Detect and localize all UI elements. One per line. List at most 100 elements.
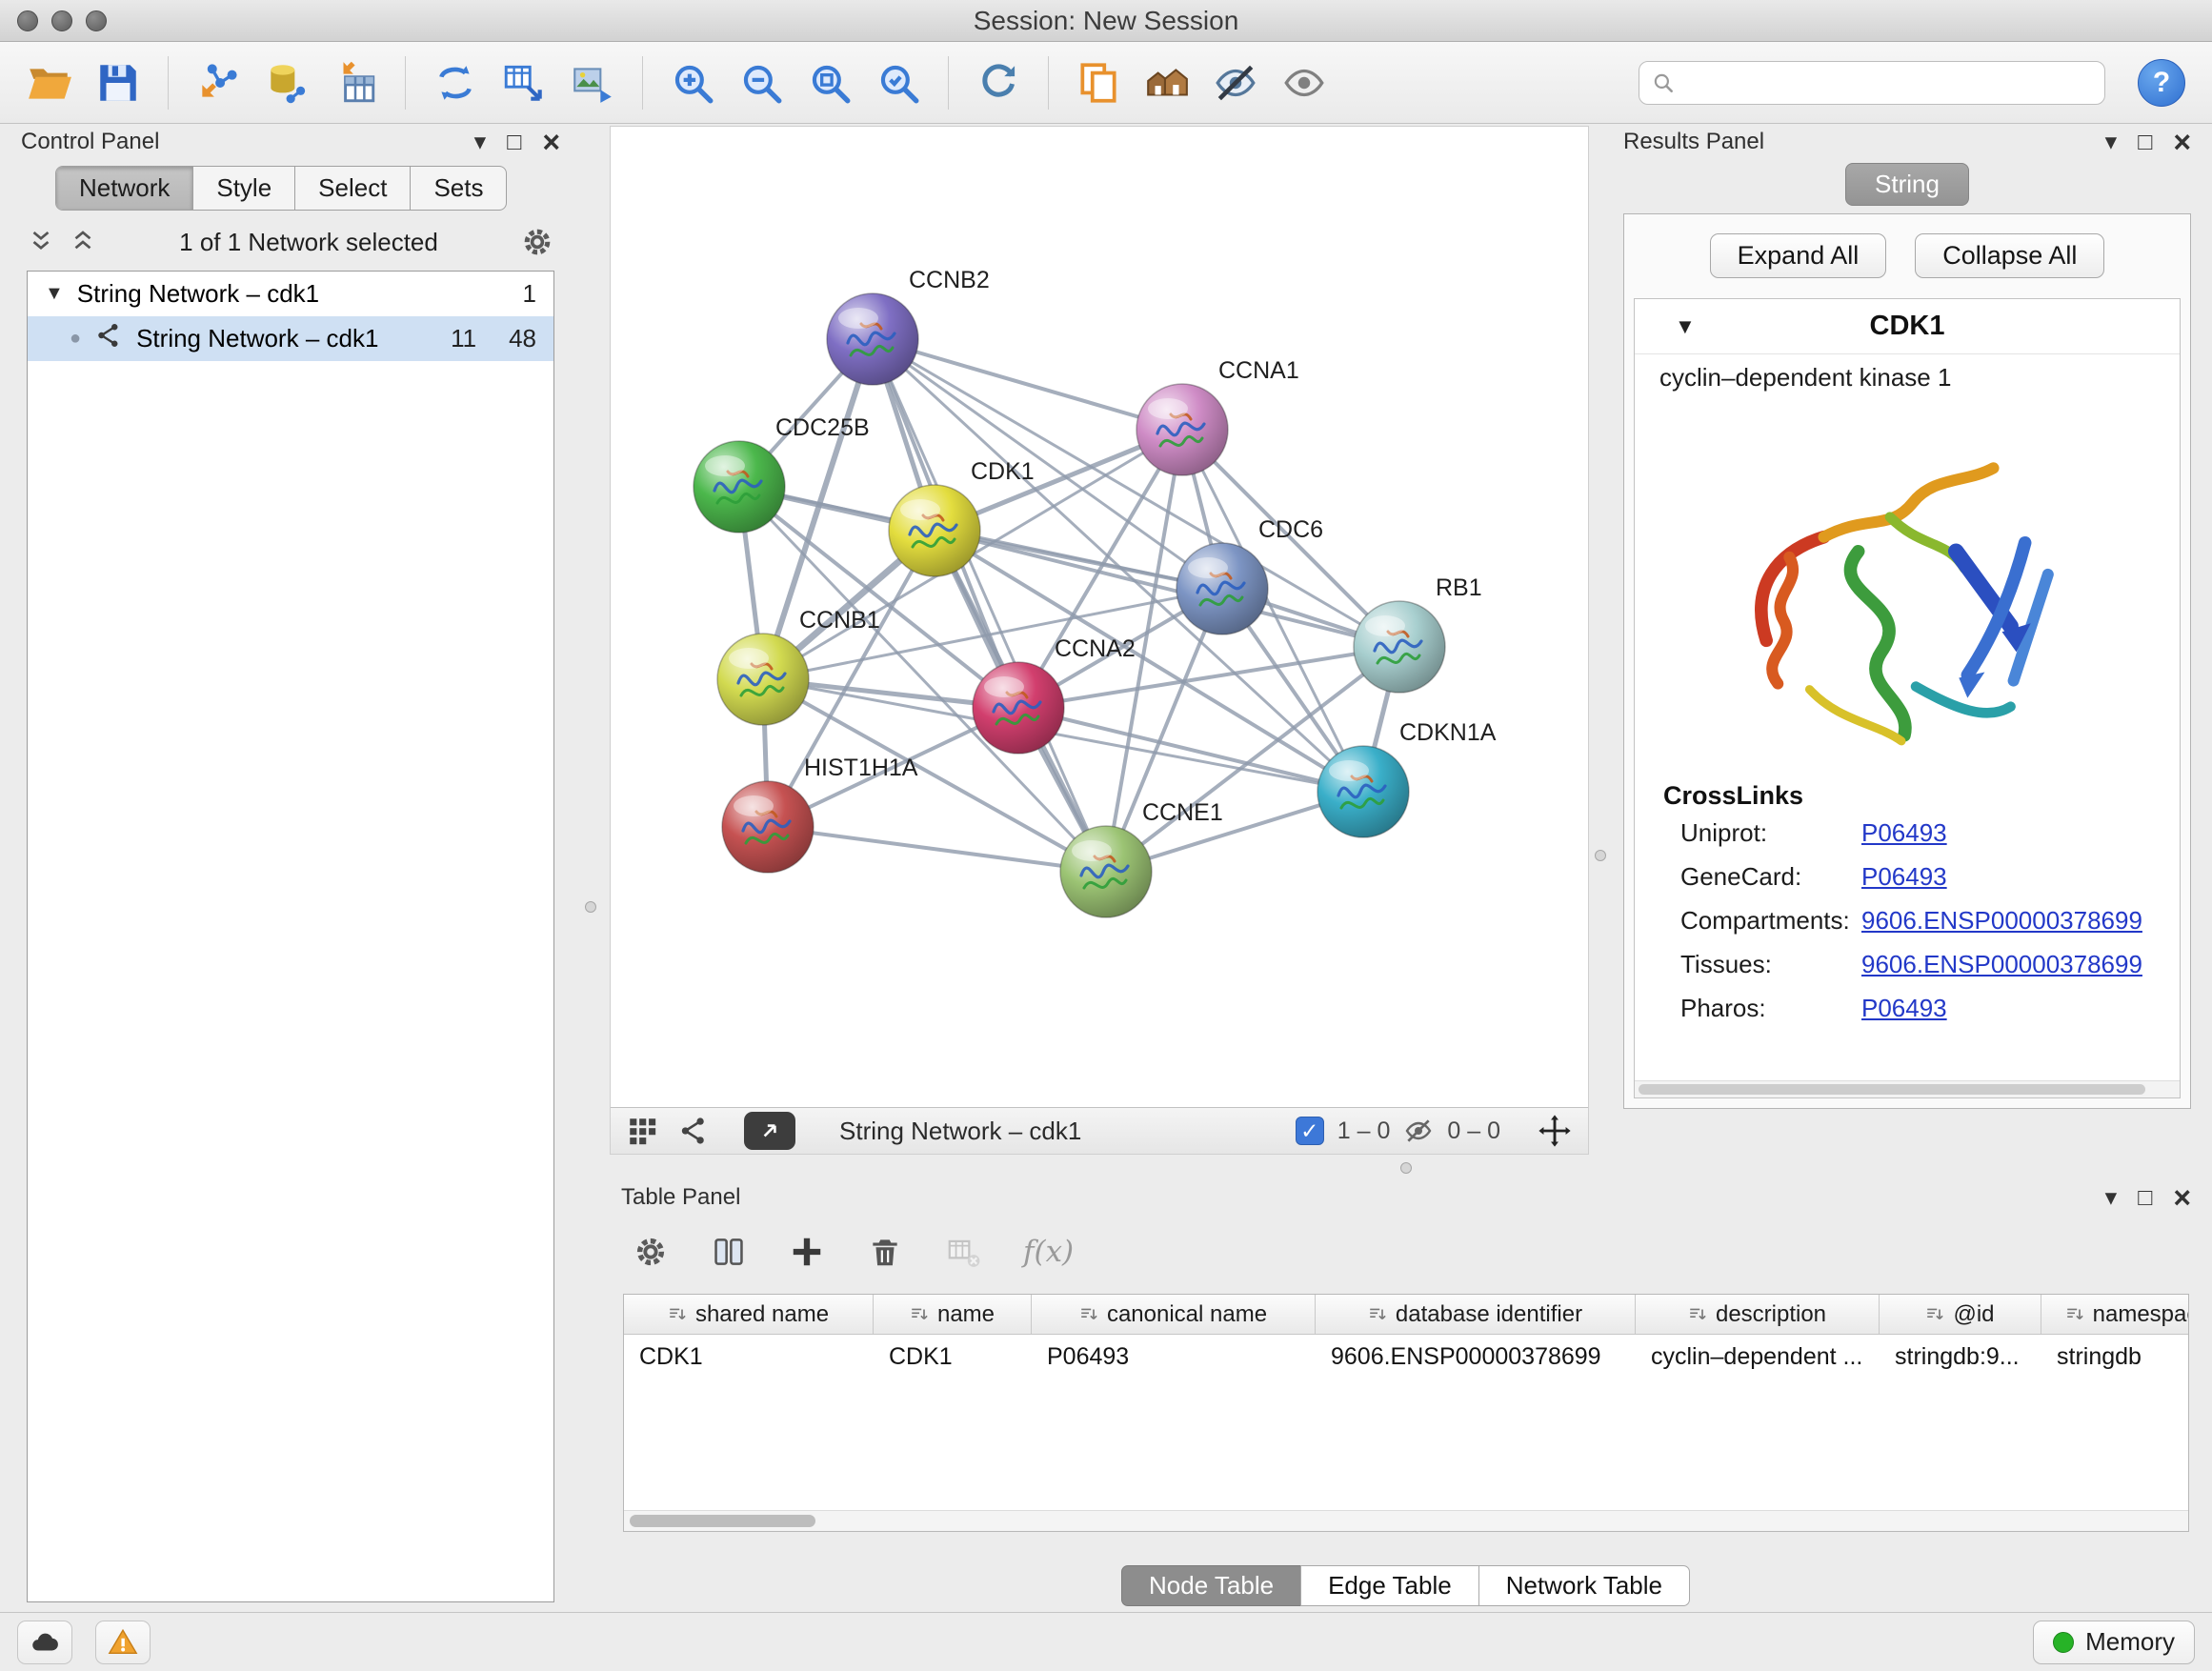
float-panel-button[interactable]: □ xyxy=(2138,131,2152,154)
create-column-button[interactable] xyxy=(789,1234,825,1270)
splitter-handle[interactable] xyxy=(1595,850,1606,861)
float-panel-button[interactable]: □ xyxy=(507,131,521,154)
cloud-status-button[interactable] xyxy=(17,1621,72,1664)
network-node-cdc25b[interactable]: CDC25B xyxy=(694,414,870,533)
refresh-button[interactable] xyxy=(968,52,1029,113)
column-header-shared-name[interactable]: shared name xyxy=(624,1295,874,1334)
delete-table-button[interactable] xyxy=(945,1234,981,1270)
column-header-description[interactable]: description xyxy=(1636,1295,1880,1334)
network-options-button[interactable] xyxy=(520,225,554,259)
collapse-panel-button[interactable]: ▾ xyxy=(2105,1186,2118,1210)
column-header-namespace[interactable]: namespac xyxy=(2041,1295,2189,1334)
results-panel: Results Panel ▾ □ × String Expand All Co… xyxy=(1612,126,2202,1172)
tab-string[interactable]: String xyxy=(1845,163,1969,206)
uniprot-link[interactable]: P06493 xyxy=(1861,818,1947,848)
network-row[interactable]: ● String Network – cdk1 11 48 xyxy=(28,316,553,361)
tab-network-table[interactable]: Network Table xyxy=(1478,1565,1690,1606)
show-columns-button[interactable] xyxy=(711,1234,747,1270)
network-canvas[interactable]: CCNB2CCNA1CDC25BCDK1CDC6RB1CCNB1CCNA2CDK… xyxy=(611,127,1588,1107)
network-node-cdk1[interactable]: CDK1 xyxy=(889,458,1035,576)
table-panel: Table Panel ▾ □ × f(x) xyxy=(610,1181,2202,1608)
tissues-link[interactable]: 9606.ENSP00000378699 xyxy=(1861,950,2142,979)
warnings-button[interactable] xyxy=(95,1621,151,1664)
export-image-button[interactable] xyxy=(562,52,623,113)
gene-expander-icon[interactable]: ▼ xyxy=(1675,314,1696,339)
open-in-new-window-button[interactable] xyxy=(744,1112,795,1150)
zoom-window-button[interactable] xyxy=(86,10,107,31)
network-node-ccnb1[interactable]: CCNB1 xyxy=(717,607,880,725)
column-header-canonical-name[interactable]: canonical name xyxy=(1032,1295,1316,1334)
open-session-button[interactable] xyxy=(19,52,80,113)
tab-sets[interactable]: Sets xyxy=(411,167,506,210)
float-panel-button[interactable]: □ xyxy=(2138,1186,2152,1210)
network-exchange-button[interactable] xyxy=(425,52,486,113)
compartments-link[interactable]: 9606.ENSP00000378699 xyxy=(1861,906,2142,936)
duplicate-network-button[interactable] xyxy=(1068,52,1129,113)
zoom-in-button[interactable] xyxy=(662,52,723,113)
collapse-all-button[interactable]: Collapse All xyxy=(1915,233,2104,278)
network-node-hist1h1a[interactable]: HIST1H1A xyxy=(722,755,918,873)
tab-node-table[interactable]: Node Table xyxy=(1121,1565,1301,1606)
minimize-window-button[interactable] xyxy=(51,10,72,31)
network-share-button[interactable] xyxy=(677,1115,710,1147)
zoom-out-button[interactable] xyxy=(731,52,792,113)
cell-canonical-name: P06493 xyxy=(1032,1343,1316,1371)
scrollbar-thumb[interactable] xyxy=(630,1515,815,1527)
search-input[interactable] xyxy=(1685,68,2093,97)
selected-checkbox[interactable]: ✓ xyxy=(1296,1117,1324,1145)
column-header-name[interactable]: name xyxy=(874,1295,1032,1334)
network-collection-row[interactable]: ▼ String Network – cdk1 1 xyxy=(28,272,553,316)
node-label-ccnb2: CCNB2 xyxy=(909,267,990,293)
genecard-link[interactable]: P06493 xyxy=(1861,862,1947,892)
expand-all-button[interactable]: Expand All xyxy=(1710,233,1887,278)
network-node-ccna1[interactable]: CCNA1 xyxy=(1136,357,1299,475)
network-to-table-button[interactable] xyxy=(493,52,554,113)
network-edge-hist1h1a-ccne1[interactable] xyxy=(768,827,1106,872)
network-node-cdkn1a[interactable]: CDKN1A xyxy=(1317,719,1497,837)
collapse-panel-button[interactable]: ▾ xyxy=(474,131,487,154)
trash-icon xyxy=(867,1234,903,1270)
table-row[interactable]: CDK1 CDK1 P06493 9606.ENSP00000378699 cy… xyxy=(624,1335,2188,1379)
graphics-details-button[interactable] xyxy=(1136,52,1197,113)
import-network-from-database-button[interactable] xyxy=(256,52,317,113)
tab-network[interactable]: Network xyxy=(56,167,193,210)
import-network-button[interactable] xyxy=(188,52,249,113)
tab-edge-table[interactable]: Edge Table xyxy=(1300,1565,1479,1606)
splitter-handle[interactable] xyxy=(1400,1162,1412,1174)
memory-button[interactable]: Memory xyxy=(2033,1621,2195,1664)
network-selection-status: 1 of 1 Network selected xyxy=(111,228,507,257)
network-node-ccne1[interactable]: CCNE1 xyxy=(1060,799,1223,917)
network-node-cdc6[interactable]: CDC6 xyxy=(1176,516,1323,634)
scrollbar-thumb[interactable] xyxy=(1639,1084,2145,1095)
network-node-rb1[interactable]: RB1 xyxy=(1354,574,1482,693)
delete-column-button[interactable] xyxy=(867,1234,903,1270)
help-button[interactable]: ? xyxy=(2138,59,2185,107)
close-panel-button[interactable]: × xyxy=(2173,1182,2191,1213)
close-panel-button[interactable]: × xyxy=(542,127,560,157)
zoom-fit-button[interactable] xyxy=(799,52,860,113)
import-table-button[interactable] xyxy=(325,52,386,113)
save-session-button[interactable] xyxy=(88,52,149,113)
table-options-button[interactable] xyxy=(633,1234,669,1270)
gene-header-row[interactable]: ▼ CDK1 xyxy=(1635,299,2180,354)
pan-crosshair-button[interactable] xyxy=(1537,1113,1573,1149)
zoom-selected-button[interactable] xyxy=(868,52,929,113)
grid-view-button[interactable] xyxy=(626,1115,658,1147)
network-edge-ccnb2-ccne1[interactable] xyxy=(873,339,1106,872)
collapse-tree-button[interactable] xyxy=(27,228,55,256)
column-header-database-identifier[interactable]: database identifier xyxy=(1316,1295,1636,1334)
close-panel-button[interactable]: × xyxy=(2173,127,2191,157)
expand-tree-button[interactable] xyxy=(69,228,97,256)
network-edge-ccnb2-ccna1[interactable] xyxy=(873,339,1182,430)
close-window-button[interactable] xyxy=(17,10,38,31)
column-header-id[interactable]: @id xyxy=(1880,1295,2041,1334)
tree-expander-icon[interactable]: ▼ xyxy=(45,283,64,305)
tab-style[interactable]: Style xyxy=(193,167,295,210)
pharos-link[interactable]: P06493 xyxy=(1861,994,1947,1023)
function-builder-button[interactable]: f(x) xyxy=(1023,1235,1074,1269)
collapse-panel-button[interactable]: ▾ xyxy=(2105,131,2118,154)
hide-selected-button[interactable] xyxy=(1205,52,1266,113)
tab-select[interactable]: Select xyxy=(295,167,411,210)
show-selected-button[interactable] xyxy=(1274,52,1335,113)
splitter-handle[interactable] xyxy=(585,901,596,913)
